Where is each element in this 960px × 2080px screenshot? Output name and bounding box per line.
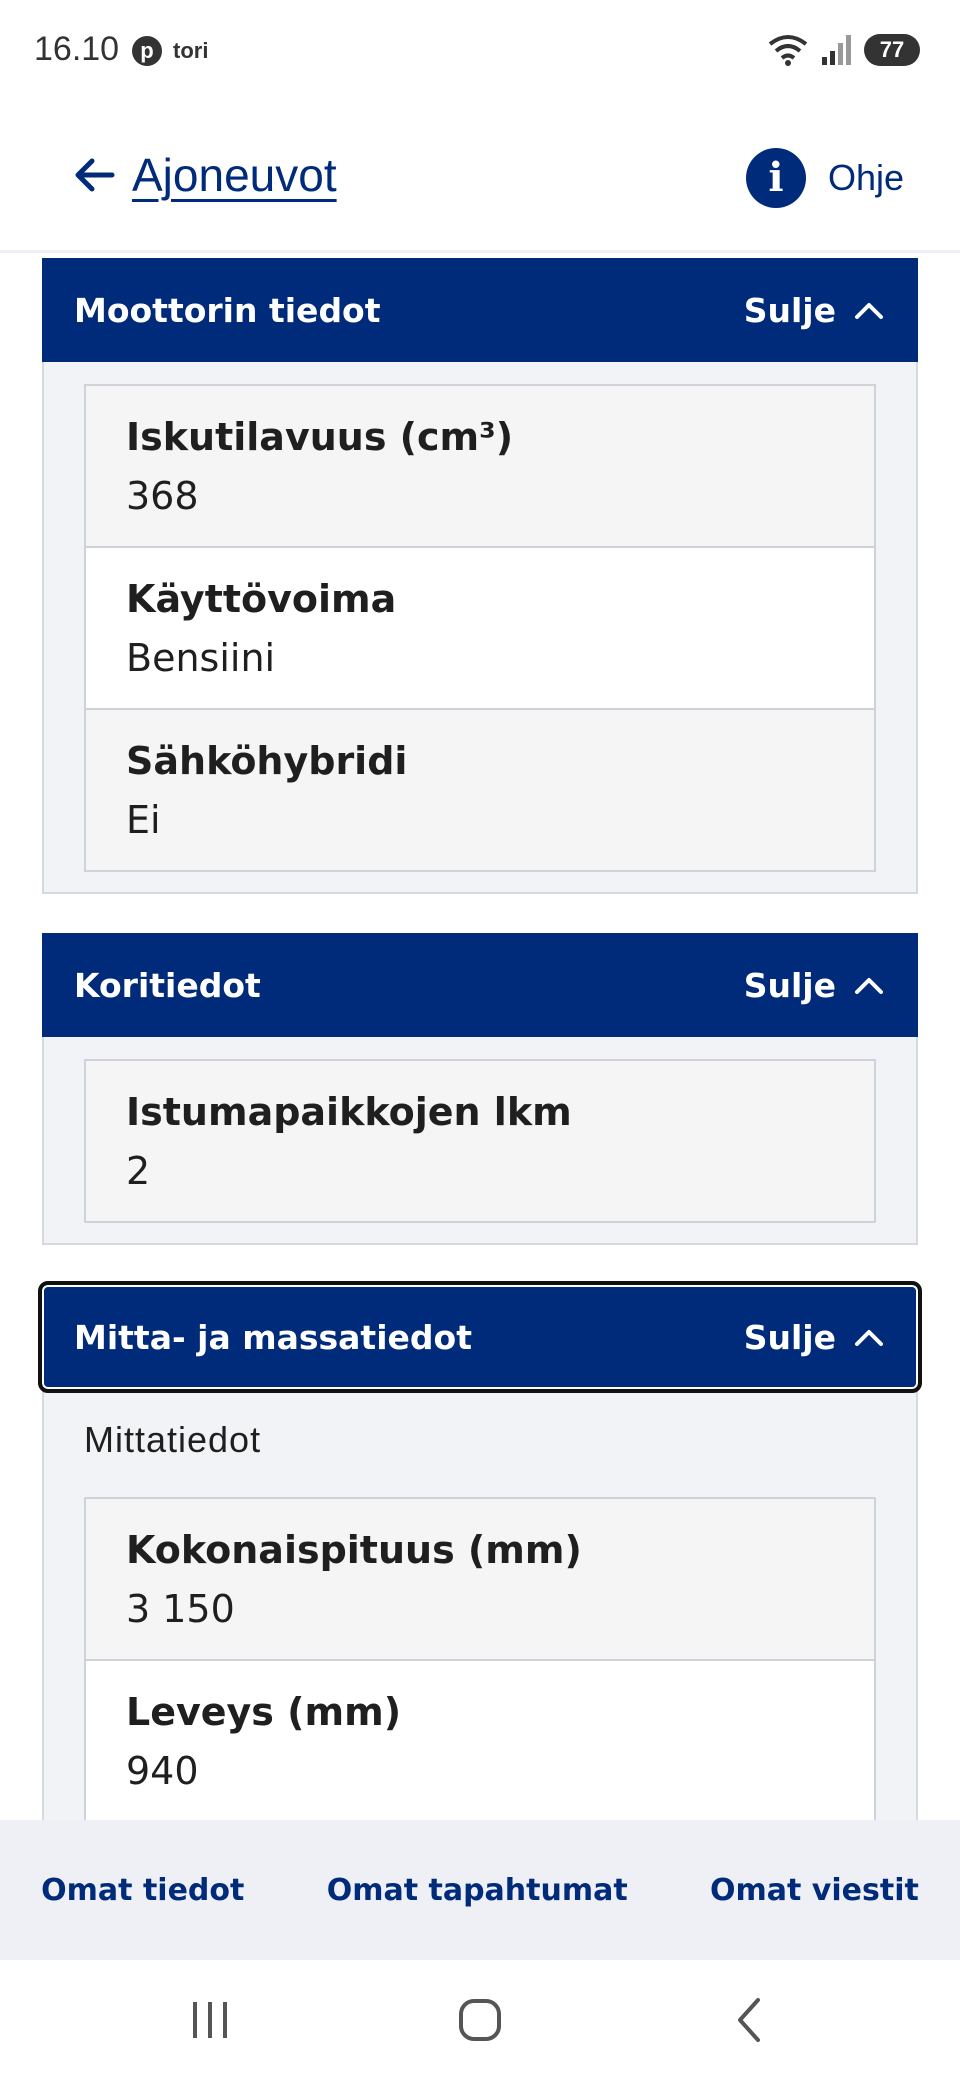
recent-apps-icon[interactable] xyxy=(180,1994,240,2046)
back-link-label[interactable]: Ajoneuvot xyxy=(132,148,337,202)
collapse-label: Sulje xyxy=(743,965,836,1005)
field-label: Sähköhybridi xyxy=(126,739,408,783)
nav-omat-viestit[interactable]: Omat viestit xyxy=(710,1873,919,1908)
collapse-toggle[interactable]: Sulje xyxy=(744,966,884,1005)
status-bar: 16.10 p tori 77 xyxy=(0,0,960,100)
system-nav-bar xyxy=(0,1960,960,2080)
field-value: 2 xyxy=(126,1149,151,1193)
field-value: 368 xyxy=(126,474,199,518)
field-seats: Istumapaikkojen lkm 2 xyxy=(86,1061,874,1221)
section-engine: Moottorin tiedot Sulje Iskutilavuus (cm³… xyxy=(42,258,918,894)
chevron-up-icon xyxy=(855,303,883,319)
field-hybrid: Sähköhybridi Ei xyxy=(86,708,874,870)
status-icons: 77 xyxy=(766,30,920,70)
help-label[interactable]: Ohje xyxy=(828,157,904,199)
section-dimensions-body: Mittatiedot Kokonaispituus (mm) 3 150 Le… xyxy=(42,1389,918,1820)
section-dimensions: Mitta- ja massatiedot Sulje Mittatiedot … xyxy=(38,1281,922,1820)
field-length: Kokonaispituus (mm) 3 150 xyxy=(86,1499,874,1659)
bottom-nav: Omat tiedot Omat tapahtumat Omat viestit xyxy=(0,1820,960,1960)
home-icon[interactable] xyxy=(450,1994,510,2046)
signal-icon xyxy=(822,35,851,65)
field-list: Iskutilavuus (cm³) 368 Käyttövoima Bensi… xyxy=(84,384,876,872)
collapse-toggle[interactable]: Sulje xyxy=(744,1318,884,1357)
chevron-up-icon xyxy=(855,1330,883,1346)
help-button[interactable]: i Ohje xyxy=(745,148,904,208)
section-body-info-header[interactable]: Koritiedot Sulje xyxy=(42,933,918,1037)
back-link[interactable]: Ajoneuvot xyxy=(72,148,337,202)
field-list: Kokonaispituus (mm) 3 150 Leveys (mm) 94… xyxy=(84,1497,876,1820)
field-label: Iskutilavuus (cm³) xyxy=(126,415,514,459)
field-label: Kokonaispituus (mm) xyxy=(126,1528,582,1572)
app-header: Ajoneuvot i Ohje xyxy=(0,100,960,253)
section-title: Koritiedot xyxy=(74,965,261,1005)
section-body-info: Koritiedot Sulje Istumapaikkojen lkm 2 xyxy=(42,933,918,1245)
pinterest-icon: p xyxy=(132,36,162,66)
wifi-icon xyxy=(768,35,808,66)
collapse-label: Sulje xyxy=(743,290,836,330)
section-body-info-body: Istumapaikkojen lkm 2 xyxy=(42,1037,918,1245)
vehicle-details-content[interactable]: Moottorin tiedot Sulje Iskutilavuus (cm³… xyxy=(0,253,960,1820)
field-value: 940 xyxy=(126,1749,199,1793)
section-dimensions-header[interactable]: Mitta- ja massatiedot Sulje xyxy=(38,1281,922,1393)
section-engine-body: Iskutilavuus (cm³) 368 Käyttövoima Bensi… xyxy=(42,362,918,894)
back-icon[interactable] xyxy=(720,1994,780,2046)
field-label: Leveys (mm) xyxy=(126,1690,402,1734)
battery-icon: 77 xyxy=(864,34,920,66)
collapse-label: Sulje xyxy=(743,1317,836,1357)
section-title: Mitta- ja massatiedot xyxy=(74,1317,472,1357)
nav-omat-tapahtumat[interactable]: Omat tapahtumat xyxy=(327,1873,628,1908)
field-value: 3 150 xyxy=(126,1587,235,1631)
tori-notification-label: tori xyxy=(173,38,209,63)
field-width: Leveys (mm) 940 xyxy=(86,1659,874,1820)
subheading-measurements: Mittatiedot xyxy=(84,1419,262,1460)
chevron-up-icon xyxy=(855,978,883,994)
field-label: Istumapaikkojen lkm xyxy=(126,1090,572,1134)
arrow-left-icon xyxy=(75,158,115,192)
field-displacement: Iskutilavuus (cm³) 368 xyxy=(86,386,874,546)
status-time: 16.10 xyxy=(34,30,120,68)
field-value: Ei xyxy=(126,798,161,842)
field-fuel: Käyttövoima Bensiini xyxy=(86,546,874,708)
field-list: Istumapaikkojen lkm 2 xyxy=(84,1059,876,1223)
nav-omat-tiedot[interactable]: Omat tiedot xyxy=(41,1873,244,1908)
field-value: Bensiini xyxy=(126,636,276,680)
field-label: Käyttövoima xyxy=(126,577,397,621)
section-title: Moottorin tiedot xyxy=(74,290,381,330)
section-engine-header[interactable]: Moottorin tiedot Sulje xyxy=(42,258,918,362)
info-icon: i xyxy=(745,148,806,208)
collapse-toggle[interactable]: Sulje xyxy=(744,291,884,330)
